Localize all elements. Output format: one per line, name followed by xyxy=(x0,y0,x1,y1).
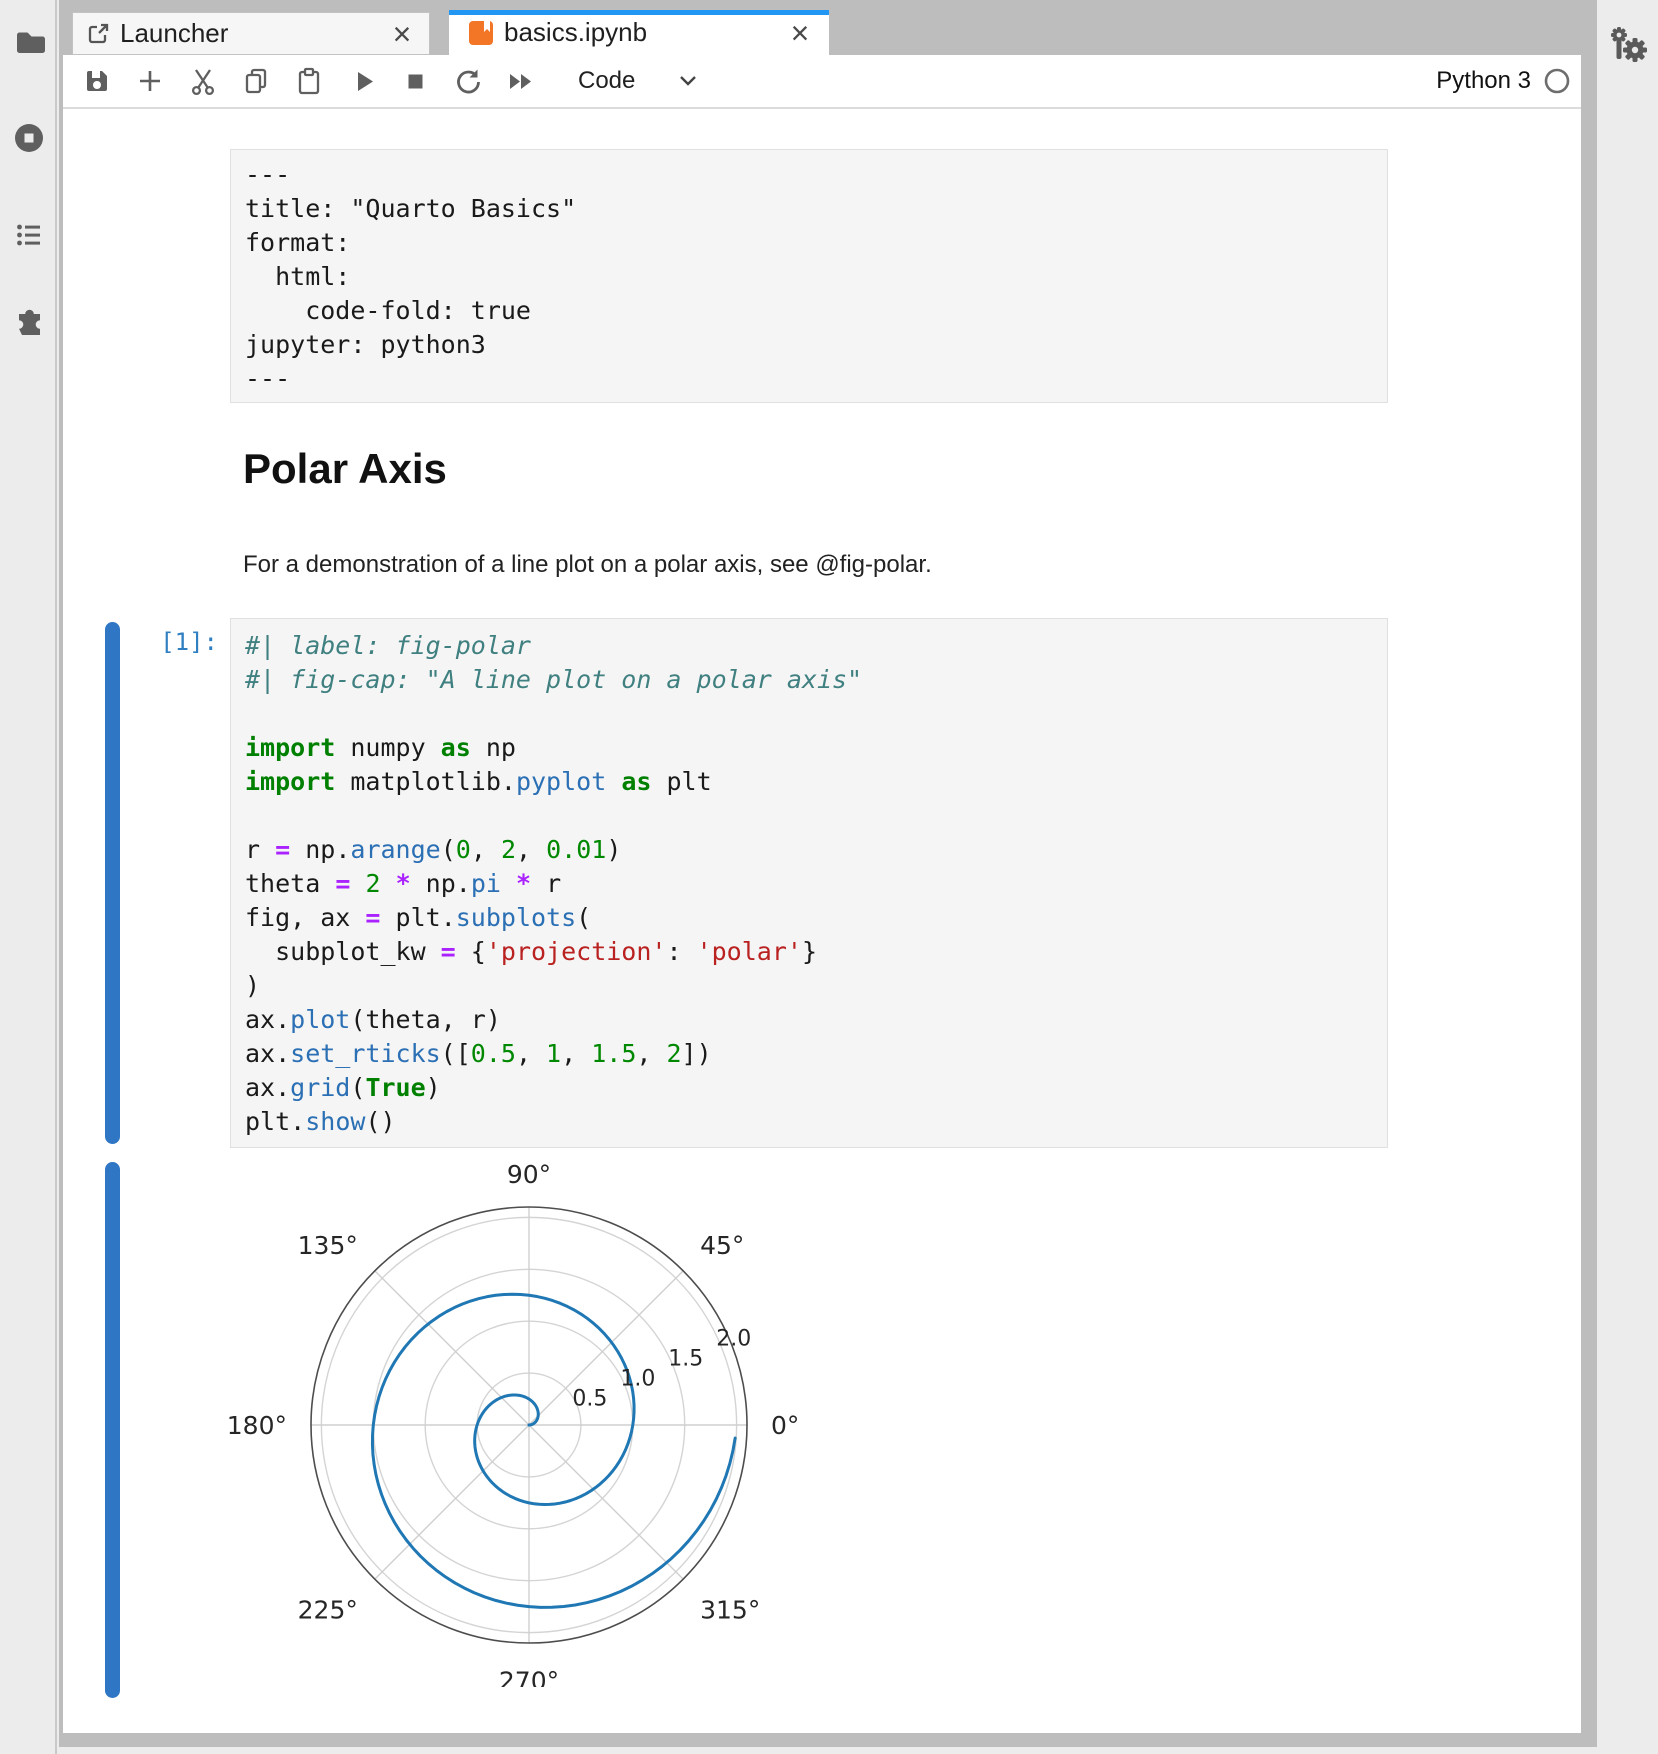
svg-text:225°: 225° xyxy=(298,1596,358,1625)
table-of-contents-icon[interactable] xyxy=(13,219,45,251)
kernel-status-indicator[interactable] xyxy=(1543,67,1571,95)
extension-manager-icon[interactable] xyxy=(13,308,45,340)
svg-text:2.0: 2.0 xyxy=(716,1327,751,1352)
polar-plot-output: 0° 45° 90° 135° 180° 225° 270° 315° 0.5 1.0 1.5 2.0 xyxy=(209,1163,849,1687)
tab-launcher[interactable]: Launcher × xyxy=(72,12,430,55)
file-browser-icon[interactable] xyxy=(13,26,45,58)
raw-cell-editor[interactable]: ---title: "Quarto Basics"format: html: c… xyxy=(230,149,1388,403)
notebook-toolbar: Code Python 3 xyxy=(63,55,1581,109)
execution-count-prompt: [1]: xyxy=(108,628,218,656)
cell-type-dropdown[interactable]: Code xyxy=(578,67,699,95)
kernel-name-label: Python 3 xyxy=(1436,67,1531,95)
markdown-heading: Polar Axis xyxy=(243,445,447,493)
stop-icon xyxy=(400,66,430,96)
svg-text:90°: 90° xyxy=(507,1163,551,1189)
restart-icon xyxy=(453,66,483,96)
tab-launcher-close-icon[interactable]: × xyxy=(387,20,417,48)
run-icon xyxy=(347,66,377,96)
fast-forward-icon xyxy=(505,66,537,96)
tab-launcher-label: Launcher xyxy=(120,18,228,49)
insert-cell-button[interactable] xyxy=(130,61,170,101)
svg-text:180°: 180° xyxy=(227,1411,287,1440)
paste-cells-button[interactable] xyxy=(289,61,329,101)
chevron-down-icon xyxy=(677,73,699,89)
notebook-file-icon xyxy=(468,20,494,46)
right-sidebar xyxy=(1597,0,1658,1754)
cut-cells-button[interactable] xyxy=(183,61,223,101)
svg-text:270°: 270° xyxy=(499,1667,559,1688)
svg-text:0.5: 0.5 xyxy=(572,1386,607,1411)
tab-basics-close-icon[interactable]: × xyxy=(785,19,815,47)
run-cell-button[interactable] xyxy=(342,61,382,101)
restart-kernel-button[interactable] xyxy=(448,61,488,101)
running-kernels-icon[interactable] xyxy=(13,122,45,154)
plus-icon xyxy=(135,66,165,96)
cell-type-value: Code xyxy=(578,67,635,95)
svg-text:45°: 45° xyxy=(700,1231,744,1260)
svg-text:315°: 315° xyxy=(700,1596,760,1625)
notebook-content: ---title: "Quarto Basics"format: html: c… xyxy=(63,109,1581,1733)
interrupt-kernel-button[interactable] xyxy=(395,61,435,101)
markdown-paragraph: For a demonstration of a line plot on a … xyxy=(243,551,932,579)
save-icon xyxy=(82,66,112,96)
restart-run-all-button[interactable] xyxy=(501,61,541,101)
svg-text:135°: 135° xyxy=(298,1231,358,1260)
polar-axis-figure: 0° 45° 90° 135° 180° 225° 270° 315° 0.5 1.0 1.5 2.0 xyxy=(209,1163,849,1687)
notebook-panel: Code Python 3 ---title: "Quarto Basics"f… xyxy=(63,55,1581,1733)
output-cell-collapser[interactable] xyxy=(105,1162,120,1698)
launcher-icon xyxy=(86,22,110,46)
property-inspector-gears-icon[interactable] xyxy=(1607,22,1651,66)
save-button[interactable] xyxy=(77,61,117,101)
left-sidebar xyxy=(0,0,57,1754)
svg-text:1.5: 1.5 xyxy=(668,1347,703,1372)
cut-icon xyxy=(188,66,218,96)
svg-text:0°: 0° xyxy=(771,1411,799,1440)
svg-text:1.0: 1.0 xyxy=(620,1366,655,1391)
tab-bar: Launcher × basics.ipynb × xyxy=(63,0,1581,55)
paste-icon xyxy=(294,66,324,96)
tab-basics-label: basics.ipynb xyxy=(504,17,647,48)
code-cell-collapser[interactable] xyxy=(105,622,120,1144)
active-tab-accent xyxy=(449,10,829,15)
copy-cells-button[interactable] xyxy=(236,61,276,101)
tab-basics-ipynb[interactable]: basics.ipynb × xyxy=(449,10,829,55)
copy-icon xyxy=(241,66,271,96)
code-cell-editor[interactable]: #| label: fig-polar#| fig-cap: "A line p… xyxy=(230,618,1388,1148)
